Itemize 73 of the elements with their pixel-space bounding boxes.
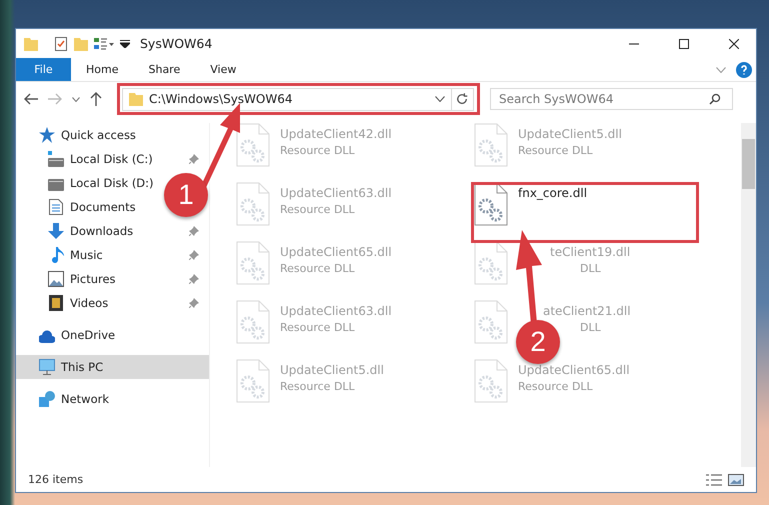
- close-icon: [729, 38, 739, 48]
- file-type: Resource DLL: [280, 203, 356, 216]
- nav-item[interactable]: Local Disk (D:): [70, 176, 154, 190]
- up-arrow-icon: [90, 92, 102, 106]
- file-icon: [474, 241, 508, 285]
- file-icon: [474, 359, 508, 403]
- nav-item[interactable]: This PC: [16, 355, 209, 379]
- file-name[interactable]: fnx_core.dll: [518, 186, 588, 200]
- chevron-down-icon: [72, 96, 80, 102]
- pin-icon[interactable]: [189, 298, 199, 308]
- file-type: Resource DLL: [280, 262, 356, 275]
- nav-item[interactable]: Downloads: [70, 224, 134, 238]
- ribbon-tab[interactable]: File: [16, 58, 71, 81]
- maximize-icon: [679, 38, 689, 48]
- scrollbar[interactable]: [741, 123, 756, 467]
- address-path: C:\Windows\SysWOW64: [149, 92, 294, 106]
- back-button[interactable]: [22, 91, 40, 107]
- nav-item[interactable]: Documents: [70, 200, 136, 214]
- item-count: 126 items: [28, 473, 84, 486]
- scroll-thumb[interactable]: [742, 139, 755, 189]
- nav-item[interactable]: Music: [70, 248, 103, 262]
- file-type: Resource DLL: [518, 144, 594, 157]
- file-icon: [236, 182, 270, 226]
- ribbon-tab[interactable]: View: [195, 58, 252, 81]
- file-icon: [236, 123, 270, 167]
- recent-button[interactable]: [70, 94, 82, 104]
- star-icon: [39, 127, 55, 143]
- pin-icon[interactable]: [189, 250, 199, 260]
- address-bar[interactable]: C:\Windows\SysWOW64: [122, 88, 474, 110]
- film-icon: [48, 295, 64, 311]
- download-icon: [48, 223, 64, 239]
- file-icon: [236, 241, 270, 285]
- file-icon: [236, 359, 270, 403]
- pin-icon[interactable]: [189, 226, 199, 236]
- document-icon: [48, 199, 64, 215]
- help-icon[interactable]: [736, 62, 752, 78]
- nav-item[interactable]: Network: [16, 387, 209, 411]
- file-icon: [236, 300, 270, 344]
- picture-icon: [48, 271, 64, 287]
- file-type: DLL: [580, 321, 602, 334]
- file-type: Resource DLL: [518, 380, 594, 393]
- file-type: Resource DLL: [280, 380, 356, 393]
- up-button[interactable]: [88, 90, 104, 108]
- properties-icon[interactable]: [54, 36, 68, 50]
- folder-icon: [129, 92, 143, 106]
- pin-icon[interactable]: [189, 274, 199, 284]
- nav-item[interactable]: Local Disk (C:): [70, 152, 153, 166]
- file-icon: [474, 123, 508, 167]
- back-arrow-icon: [24, 93, 38, 105]
- search-field[interactable]: Search SysWOW64: [490, 88, 733, 110]
- network-icon: [39, 391, 55, 407]
- nav-item[interactable]: Quick access: [16, 123, 209, 147]
- ribbon-tab[interactable]: Home: [71, 58, 134, 81]
- drive-icon: [48, 151, 64, 167]
- file-type: Resource DLL: [280, 321, 356, 334]
- forward-arrow-icon: [48, 93, 62, 105]
- large-icons-view-icon[interactable]: [728, 474, 744, 486]
- window-title: SysWOW64: [140, 36, 214, 51]
- file-icon: [474, 182, 508, 226]
- file-icon: [474, 300, 508, 344]
- file-type: Resource DLL: [280, 144, 356, 157]
- ribbon-tab[interactable]: Share: [133, 58, 196, 81]
- nav-item[interactable]: OneDrive: [16, 323, 209, 347]
- pin-icon[interactable]: [189, 154, 199, 164]
- nav-item[interactable]: Videos: [70, 296, 108, 310]
- details-view-icon[interactable]: [706, 474, 722, 486]
- view-icon[interactable]: [94, 36, 114, 50]
- computer-icon: [39, 359, 55, 375]
- minimize-icon: [629, 42, 639, 44]
- chevron-down-icon[interactable]: [435, 96, 445, 102]
- file-type: DLL: [580, 262, 602, 275]
- caret-icon[interactable]: [120, 40, 130, 48]
- nav-item[interactable]: Pictures: [70, 272, 116, 286]
